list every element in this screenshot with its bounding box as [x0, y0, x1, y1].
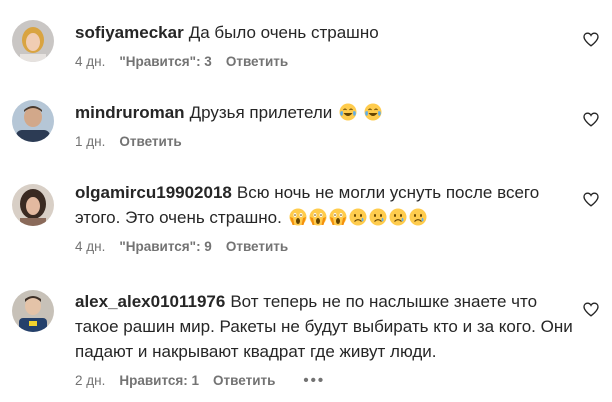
- likes-count[interactable]: "Нравится": 9: [119, 239, 211, 254]
- sad-face-emoji: [369, 208, 387, 226]
- comment-time[interactable]: 1 дн.: [75, 134, 105, 149]
- screaming-face-emoji: [289, 208, 307, 226]
- comment-time[interactable]: 4 дн.: [75, 239, 105, 254]
- comment-text: sofiyameckar Да было очень страшно: [75, 20, 580, 45]
- likes-count[interactable]: "Нравится": 3: [119, 54, 211, 69]
- more-options-icon[interactable]: •••: [303, 373, 325, 388]
- reply-button[interactable]: Ответить: [213, 373, 275, 388]
- likes-count[interactable]: Нравится: 1: [119, 373, 199, 388]
- reply-button[interactable]: Ответить: [119, 134, 181, 149]
- reply-button[interactable]: Ответить: [226, 54, 288, 69]
- avatar[interactable]: [12, 20, 54, 62]
- comment-text: mindruroman Друзья прилетели: [75, 100, 580, 125]
- reply-button[interactable]: Ответить: [226, 239, 288, 254]
- username-link[interactable]: olgamircu19902018: [75, 183, 232, 202]
- avatar[interactable]: [12, 100, 54, 142]
- sad-face-emoji: [349, 208, 367, 226]
- screaming-face-emoji: [309, 208, 327, 226]
- heart-outline-icon[interactable]: [583, 302, 599, 317]
- username-link[interactable]: sofiyameckar: [75, 23, 184, 42]
- tears-of-joy-emoji: [339, 103, 357, 121]
- sad-face-emoji: [389, 208, 407, 226]
- heart-outline-icon[interactable]: [583, 32, 599, 47]
- comment-time[interactable]: 4 дн.: [75, 54, 105, 69]
- comment-time[interactable]: 2 дн.: [75, 373, 105, 388]
- avatar[interactable]: [12, 184, 54, 226]
- comment-text: olgamircu19902018 Всю ночь не могли уснут…: [75, 180, 580, 230]
- comment-body: Друзья прилетели: [189, 103, 333, 122]
- username-link[interactable]: mindruroman: [75, 103, 185, 122]
- screaming-face-emoji: [329, 208, 347, 226]
- heart-outline-icon[interactable]: [583, 192, 599, 207]
- comment-body: Да было очень страшно: [188, 23, 379, 42]
- username-link[interactable]: alex_alex01011976: [75, 292, 225, 311]
- avatar[interactable]: [12, 290, 54, 332]
- heart-outline-icon[interactable]: [583, 112, 599, 127]
- tears-of-joy-emoji: [364, 103, 382, 121]
- comment-text: alex_alex01011976 Вот теперь не по наслыш…: [75, 289, 580, 364]
- emoji-group: [287, 208, 427, 227]
- sad-face-emoji: [409, 208, 427, 226]
